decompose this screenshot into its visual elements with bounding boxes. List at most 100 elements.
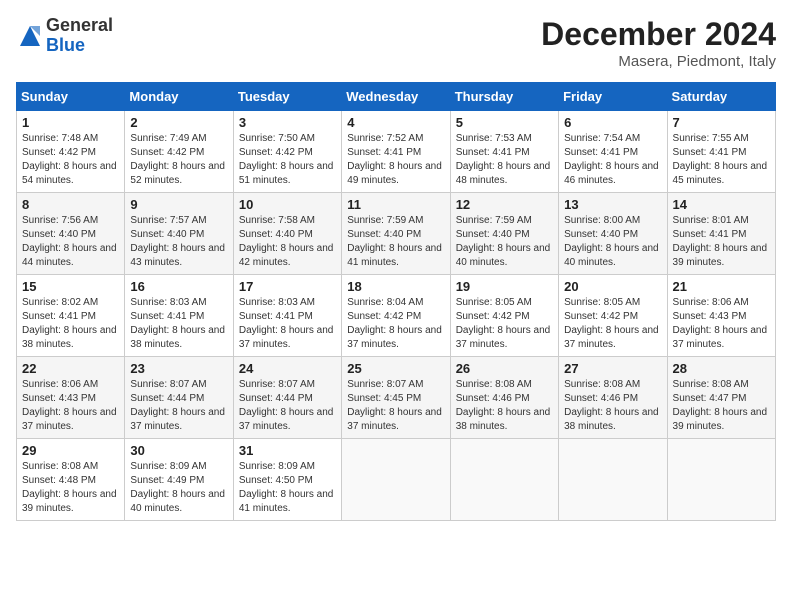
- day-cell-31: 31Sunrise: 8:09 AMSunset: 4:50 PMDayligh…: [233, 439, 341, 521]
- day-info: Sunrise: 7:48 AMSunset: 4:42 PMDaylight:…: [22, 132, 119, 188]
- day-number: 17: [239, 279, 336, 294]
- empty-cell: [342, 439, 450, 521]
- day-info: Sunrise: 7:56 AMSunset: 4:40 PMDaylight:…: [22, 214, 119, 270]
- day-info: Sunrise: 8:04 AMSunset: 4:42 PMDaylight:…: [347, 296, 444, 352]
- day-cell-25: 25 Sunrise: 8:07 AMSunset: 4:45 PMDayligh…: [342, 357, 450, 439]
- page-header: General Blue December 2024 Masera, Piedm…: [16, 16, 776, 70]
- day-info: Sunrise: 8:08 AMSunset: 4:46 PMDaylight:…: [456, 378, 553, 434]
- day-info: Sunrise: 8:03 AMSunset: 4:41 PMDaylight:…: [130, 296, 227, 352]
- day-number: 26: [456, 361, 553, 376]
- day-number: 27: [564, 361, 661, 376]
- week-row-5: 29 Sunrise: 8:08 AMSunset: 4:48 PMDayligh…: [17, 439, 776, 521]
- week-row-4: 22Sunrise: 8:06 AMSunset: 4:43 PMDayligh…: [17, 357, 776, 439]
- title-block: December 2024 Masera, Piedmont, Italy: [541, 16, 776, 70]
- day-cell-16: 16 Sunrise: 8:03 AMSunset: 4:41 PMDayligh…: [125, 275, 233, 357]
- day-info: Sunrise: 7:49 AMSunset: 4:42 PMDaylight:…: [130, 132, 227, 188]
- empty-cell: [667, 439, 775, 521]
- day-number: 8: [22, 197, 119, 212]
- day-cell-28: 28Sunrise: 8:08 AMSunset: 4:47 PMDayligh…: [667, 357, 775, 439]
- logo-text-general: General: [46, 15, 113, 35]
- day-cell-19: 19Sunrise: 8:05 AMSunset: 4:42 PMDayligh…: [450, 275, 558, 357]
- day-info: Sunrise: 7:58 AMSunset: 4:40 PMDaylight:…: [239, 214, 336, 270]
- weekday-header-row: SundayMondayTuesdayWednesdayThursdayFrid…: [17, 83, 776, 111]
- day-cell-17: 17Sunrise: 8:03 AMSunset: 4:41 PMDayligh…: [233, 275, 341, 357]
- day-cell-2: 2 Sunrise: 7:49 AMSunset: 4:42 PMDaylight…: [125, 111, 233, 193]
- day-info: Sunrise: 7:59 AMSunset: 4:40 PMDaylight:…: [456, 214, 553, 270]
- day-info: Sunrise: 7:53 AMSunset: 4:41 PMDaylight:…: [456, 132, 553, 188]
- day-info: Sunrise: 8:02 AMSunset: 4:41 PMDaylight:…: [22, 296, 119, 352]
- day-number: 29: [22, 443, 119, 458]
- day-number: 25: [347, 361, 444, 376]
- day-info: Sunrise: 7:59 AMSunset: 4:40 PMDaylight:…: [347, 214, 444, 270]
- day-number: 11: [347, 197, 444, 212]
- day-info: Sunrise: 8:07 AMSunset: 4:44 PMDaylight:…: [239, 378, 336, 434]
- day-number: 13: [564, 197, 661, 212]
- day-cell-23: 23 Sunrise: 8:07 AMSunset: 4:44 PMDayligh…: [125, 357, 233, 439]
- location: Masera, Piedmont, Italy: [541, 53, 776, 70]
- day-cell-10: 10Sunrise: 7:58 AMSunset: 4:40 PMDayligh…: [233, 193, 341, 275]
- weekday-header-saturday: Saturday: [667, 83, 775, 111]
- day-cell-5: 5 Sunrise: 7:53 AMSunset: 4:41 PMDaylight…: [450, 111, 558, 193]
- day-number: 7: [673, 115, 770, 130]
- day-info: Sunrise: 7:55 AMSunset: 4:41 PMDaylight:…: [673, 132, 770, 188]
- weekday-header-tuesday: Tuesday: [233, 83, 341, 111]
- day-cell-12: 12Sunrise: 7:59 AMSunset: 4:40 PMDayligh…: [450, 193, 558, 275]
- day-info: Sunrise: 7:54 AMSunset: 4:41 PMDaylight:…: [564, 132, 661, 188]
- day-info: Sunrise: 8:08 AMSunset: 4:46 PMDaylight:…: [564, 378, 661, 434]
- weekday-header-thursday: Thursday: [450, 83, 558, 111]
- day-info: Sunrise: 8:07 AMSunset: 4:45 PMDaylight:…: [347, 378, 444, 434]
- day-cell-24: 24Sunrise: 8:07 AMSunset: 4:44 PMDayligh…: [233, 357, 341, 439]
- day-number: 18: [347, 279, 444, 294]
- weekday-header-monday: Monday: [125, 83, 233, 111]
- empty-cell: [559, 439, 667, 521]
- day-cell-9: 9Sunrise: 7:57 AMSunset: 4:40 PMDaylight…: [125, 193, 233, 275]
- calendar-table: SundayMondayTuesdayWednesdayThursdayFrid…: [16, 82, 776, 521]
- weekday-header-sunday: Sunday: [17, 83, 125, 111]
- logo: General Blue: [16, 16, 113, 56]
- day-cell-21: 21 Sunrise: 8:06 AMSunset: 4:43 PMDayligh…: [667, 275, 775, 357]
- logo-text-blue: Blue: [46, 35, 85, 55]
- day-cell-15: 15 Sunrise: 8:02 AMSunset: 4:41 PMDayligh…: [17, 275, 125, 357]
- day-number: 22: [22, 361, 119, 376]
- day-info: Sunrise: 8:01 AMSunset: 4:41 PMDaylight:…: [673, 214, 770, 270]
- month-title: December 2024: [541, 16, 776, 53]
- day-number: 5: [456, 115, 553, 130]
- day-cell-7: 7 Sunrise: 7:55 AMSunset: 4:41 PMDaylight…: [667, 111, 775, 193]
- empty-cell: [450, 439, 558, 521]
- day-info: Sunrise: 7:50 AMSunset: 4:42 PMDaylight:…: [239, 132, 336, 188]
- day-cell-30: 30 Sunrise: 8:09 AMSunset: 4:49 PMDayligh…: [125, 439, 233, 521]
- day-info: Sunrise: 8:09 AMSunset: 4:50 PMDaylight:…: [239, 460, 336, 516]
- day-number: 6: [564, 115, 661, 130]
- day-info: Sunrise: 8:00 AMSunset: 4:40 PMDaylight:…: [564, 214, 661, 270]
- day-number: 28: [673, 361, 770, 376]
- week-row-3: 15 Sunrise: 8:02 AMSunset: 4:41 PMDayligh…: [17, 275, 776, 357]
- day-cell-8: 8 Sunrise: 7:56 AMSunset: 4:40 PMDaylight…: [17, 193, 125, 275]
- day-cell-13: 13 Sunrise: 8:00 AMSunset: 4:40 PMDayligh…: [559, 193, 667, 275]
- week-row-2: 8 Sunrise: 7:56 AMSunset: 4:40 PMDaylight…: [17, 193, 776, 275]
- day-number: 3: [239, 115, 336, 130]
- day-number: 30: [130, 443, 227, 458]
- day-cell-27: 27 Sunrise: 8:08 AMSunset: 4:46 PMDayligh…: [559, 357, 667, 439]
- day-cell-20: 20Sunrise: 8:05 AMSunset: 4:42 PMDayligh…: [559, 275, 667, 357]
- day-number: 23: [130, 361, 227, 376]
- day-number: 21: [673, 279, 770, 294]
- day-info: Sunrise: 8:06 AMSunset: 4:43 PMDaylight:…: [673, 296, 770, 352]
- day-info: Sunrise: 8:08 AMSunset: 4:48 PMDaylight:…: [22, 460, 119, 516]
- day-info: Sunrise: 7:52 AMSunset: 4:41 PMDaylight:…: [347, 132, 444, 188]
- day-cell-22: 22Sunrise: 8:06 AMSunset: 4:43 PMDayligh…: [17, 357, 125, 439]
- day-cell-1: 1Sunrise: 7:48 AMSunset: 4:42 PMDaylight…: [17, 111, 125, 193]
- day-number: 14: [673, 197, 770, 212]
- day-cell-29: 29 Sunrise: 8:08 AMSunset: 4:48 PMDayligh…: [17, 439, 125, 521]
- day-number: 15: [22, 279, 119, 294]
- day-number: 4: [347, 115, 444, 130]
- weekday-header-friday: Friday: [559, 83, 667, 111]
- day-cell-26: 26 Sunrise: 8:08 AMSunset: 4:46 PMDayligh…: [450, 357, 558, 439]
- day-cell-4: 4 Sunrise: 7:52 AMSunset: 4:41 PMDaylight…: [342, 111, 450, 193]
- day-number: 16: [130, 279, 227, 294]
- weekday-header-wednesday: Wednesday: [342, 83, 450, 111]
- logo-icon: [16, 22, 44, 50]
- day-info: Sunrise: 8:07 AMSunset: 4:44 PMDaylight:…: [130, 378, 227, 434]
- day-info: Sunrise: 8:09 AMSunset: 4:49 PMDaylight:…: [130, 460, 227, 516]
- day-cell-14: 14 Sunrise: 8:01 AMSunset: 4:41 PMDayligh…: [667, 193, 775, 275]
- day-number: 2: [130, 115, 227, 130]
